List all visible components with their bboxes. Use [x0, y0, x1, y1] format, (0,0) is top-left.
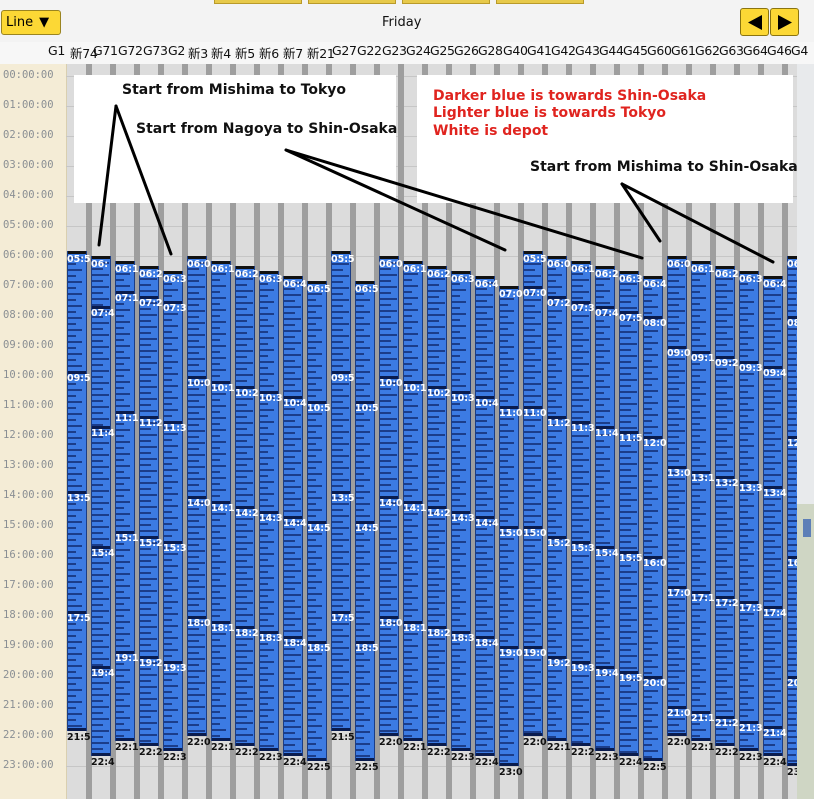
arrow-line — [97, 104, 118, 247]
arrow-line — [114, 104, 173, 256]
arrow-line — [620, 182, 775, 264]
arrow-line — [284, 148, 644, 260]
annotation-arrows — [97, 104, 775, 264]
arrow-line — [284, 148, 507, 252]
